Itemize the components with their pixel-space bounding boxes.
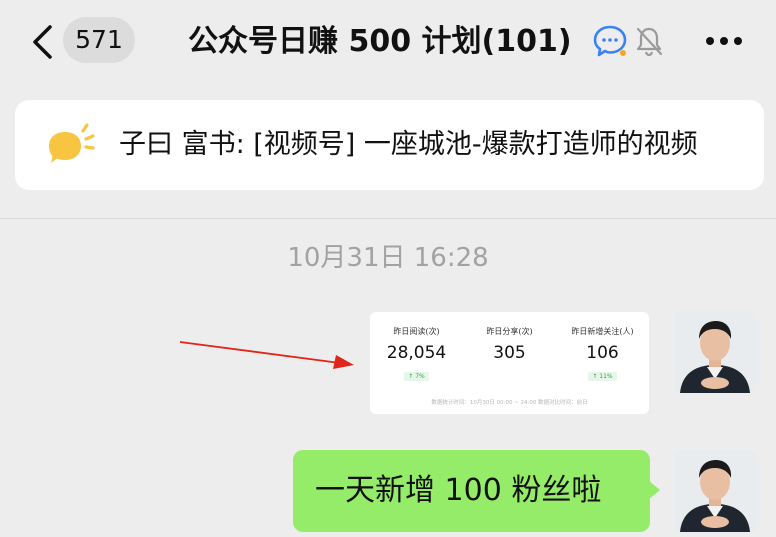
sender-avatar[interactable] <box>674 450 756 532</box>
pinned-message-card[interactable]: 子曰 富书: [视频号] 一座城池-爆款打造师的视频 <box>15 100 764 190</box>
red-arrow-annotation <box>179 341 354 369</box>
stats-footer-note: 数据统计时间：10月30日 00:00 ~ 24:00 数据对比时间：前日 <box>431 400 588 406</box>
stat-new-followers: 昨日新增关注(人) 106 ↑ 11% <box>556 326 649 382</box>
text-message-content: 一天新增 100 粉丝啦 <box>315 473 602 508</box>
stat-reads-value: 28,054 <box>386 343 447 363</box>
text-message-bubble[interactable]: 一天新增 100 粉丝啦 <box>293 450 650 532</box>
sender-avatar[interactable] <box>674 311 756 393</box>
bubble-tail <box>648 480 660 500</box>
stat-reads-change: ↑ 7% <box>404 372 429 381</box>
stat-reads-label: 昨日阅读(次) <box>393 327 440 336</box>
unread-count-badge[interactable]: 571 <box>63 17 135 63</box>
stat-shares-label: 昨日分享(次) <box>486 327 533 336</box>
stat-reads: 昨日阅读(次) 28,054 ↑ 7% <box>370 326 463 382</box>
mute-bell-icon <box>636 27 663 57</box>
chat-title: 公众号日赚 500 计划(101) <box>188 24 572 59</box>
message-timestamp: 10月31日 16:28 <box>287 243 489 273</box>
stats-image-message[interactable]: 昨日阅读(次) 28,054 ↑ 7% 昨日分享(次) 305 昨日新增关注(人… <box>370 312 649 414</box>
stat-followers-value: 106 <box>586 343 619 363</box>
stat-followers-label: 昨日新增关注(人) <box>571 327 634 336</box>
more-options-icon[interactable] <box>704 35 744 47</box>
pinned-message-text: 子曰 富书: [视频号] 一座城池-爆款打造师的视频 <box>119 129 698 160</box>
avatar-portrait-icon <box>674 311 756 393</box>
back-chevron-icon[interactable] <box>30 24 58 60</box>
announcement-icon <box>49 123 95 163</box>
stat-followers-change: ↑ 11% <box>588 372 617 381</box>
avatar-portrait-icon <box>674 450 756 532</box>
divider <box>0 218 776 219</box>
stat-shares: 昨日分享(次) 305 <box>463 326 556 363</box>
chat-bubble-icon <box>593 25 627 57</box>
stat-shares-value: 305 <box>493 343 526 363</box>
chat-header: 571 公众号日赚 500 计划(101) <box>0 0 776 86</box>
